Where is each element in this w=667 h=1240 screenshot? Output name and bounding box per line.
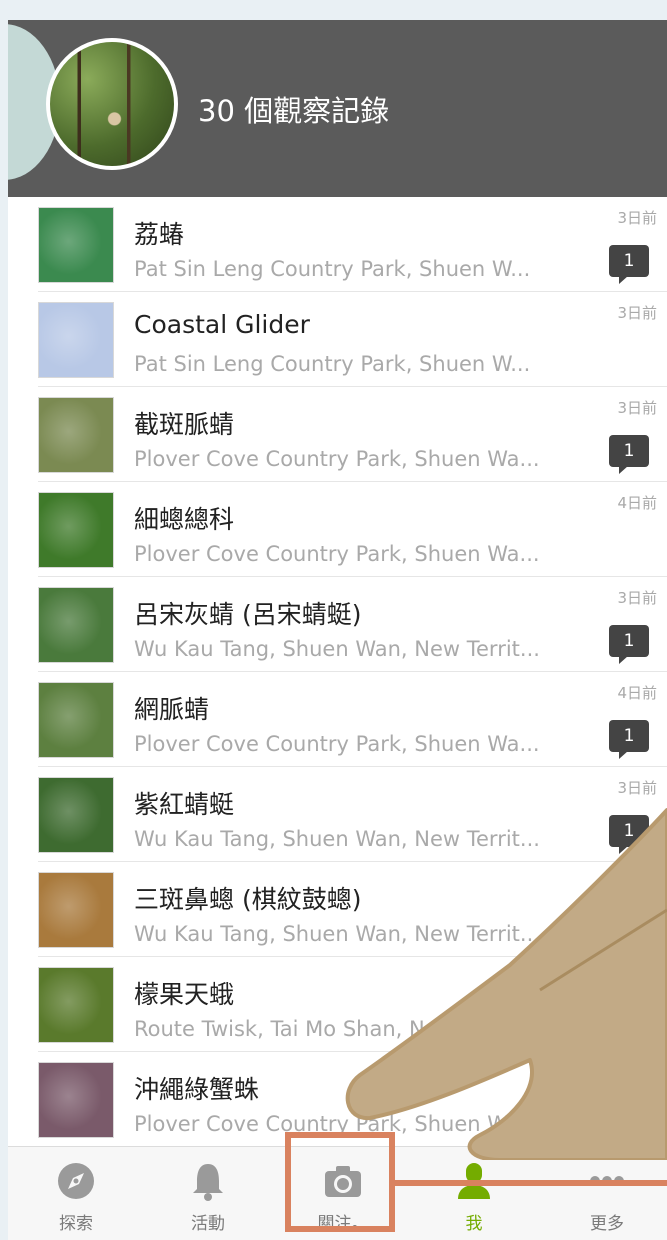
observation-thumbnail	[38, 777, 114, 853]
bell-icon	[193, 1164, 223, 1201]
callout-line	[395, 1180, 667, 1186]
list-item[interactable]: 截斑脈蜻 Plover Cove Country Park, Shuen Wa..…	[38, 387, 667, 482]
profile-header: 30 個觀察記錄	[8, 20, 667, 197]
observation-location: Wu Kau Tang, Shuen Wan, New Territ...	[134, 637, 540, 661]
observation-name: 呂宋灰蜻 (呂宋蜻蜓)	[134, 600, 362, 629]
observation-time: 3日前	[617, 589, 657, 607]
observation-thumbnail	[38, 302, 114, 378]
list-item[interactable]: Coastal Glider Pat Sin Leng Country Park,…	[38, 292, 667, 387]
observation-name: Coastal Glider	[134, 310, 310, 339]
observation-name: 三斑鼻蟌 (棋紋鼓蟌)	[134, 885, 362, 914]
comment-count-badge: 1	[609, 720, 649, 759]
observation-location: Plover Cove Country Park, Shuen Wa...	[134, 447, 540, 471]
pointing-hand-illustration	[345, 808, 667, 1160]
observation-thumbnail	[38, 682, 114, 758]
list-item[interactable]: 荔蝽 Pat Sin Leng Country Park, Shuen W... 3…	[38, 197, 667, 292]
list-item[interactable]: 網脈蜻 Plover Cove Country Park, Shuen Wa...…	[38, 672, 667, 767]
observation-time: 4日前	[617, 494, 657, 512]
observation-time: 3日前	[617, 304, 657, 322]
observation-name: 紫紅蜻蜓	[134, 790, 235, 819]
tab-label: 探索	[59, 1214, 93, 1234]
observation-time: 4日前	[617, 684, 657, 702]
observation-thumbnail	[38, 587, 114, 663]
observation-location: Pat Sin Leng Country Park, Shuen W...	[134, 257, 531, 281]
tab-label: 我	[465, 1214, 483, 1234]
page-title: 30 個觀察記錄	[198, 94, 390, 128]
observation-thumbnail	[38, 207, 114, 283]
list-item[interactable]: 細蟌總科 Plover Cove Country Park, Shuen Wa..…	[38, 482, 667, 577]
observation-location: Plover Cove Country Park, Shuen Wa...	[134, 542, 540, 566]
observation-name: 檬果天蛾	[134, 980, 235, 1009]
compass-icon	[58, 1163, 94, 1199]
observation-thumbnail	[38, 967, 114, 1043]
comment-count-badge: 1	[609, 435, 649, 474]
tab-activity[interactable]: 活動	[148, 1147, 268, 1240]
tab-label: 更多	[590, 1214, 624, 1234]
avatar[interactable]	[46, 38, 178, 170]
observation-name: 網脈蜻	[134, 695, 210, 724]
tab-label: 活動	[191, 1214, 225, 1234]
comment-count-badge: 1	[609, 625, 649, 664]
observation-name: 截斑脈蜻	[134, 410, 235, 439]
observation-thumbnail	[38, 1062, 114, 1138]
observation-name: 細蟌總科	[134, 505, 235, 534]
observation-name: 荔蝽	[134, 220, 185, 249]
observation-thumbnail	[38, 872, 114, 948]
observation-name: 沖繩綠蟹蛛	[134, 1075, 260, 1104]
tab-me[interactable]: 我	[414, 1147, 534, 1240]
observation-time: 3日前	[617, 399, 657, 417]
comment-count-badge: 1	[609, 245, 649, 284]
tab-more[interactable]: 更多	[547, 1147, 667, 1240]
observation-location: Pat Sin Leng Country Park, Shuen W...	[134, 352, 531, 376]
tab-explore[interactable]: 探索	[16, 1147, 136, 1240]
list-item[interactable]: 呂宋灰蜻 (呂宋蜻蜓) Wu Kau Tang, Shuen Wan, New T…	[38, 577, 667, 672]
observation-thumbnail	[38, 397, 114, 473]
observation-time: 3日前	[617, 209, 657, 227]
observation-thumbnail	[38, 492, 114, 568]
observation-location: Plover Cove Country Park, Shuen Wa...	[134, 732, 540, 756]
